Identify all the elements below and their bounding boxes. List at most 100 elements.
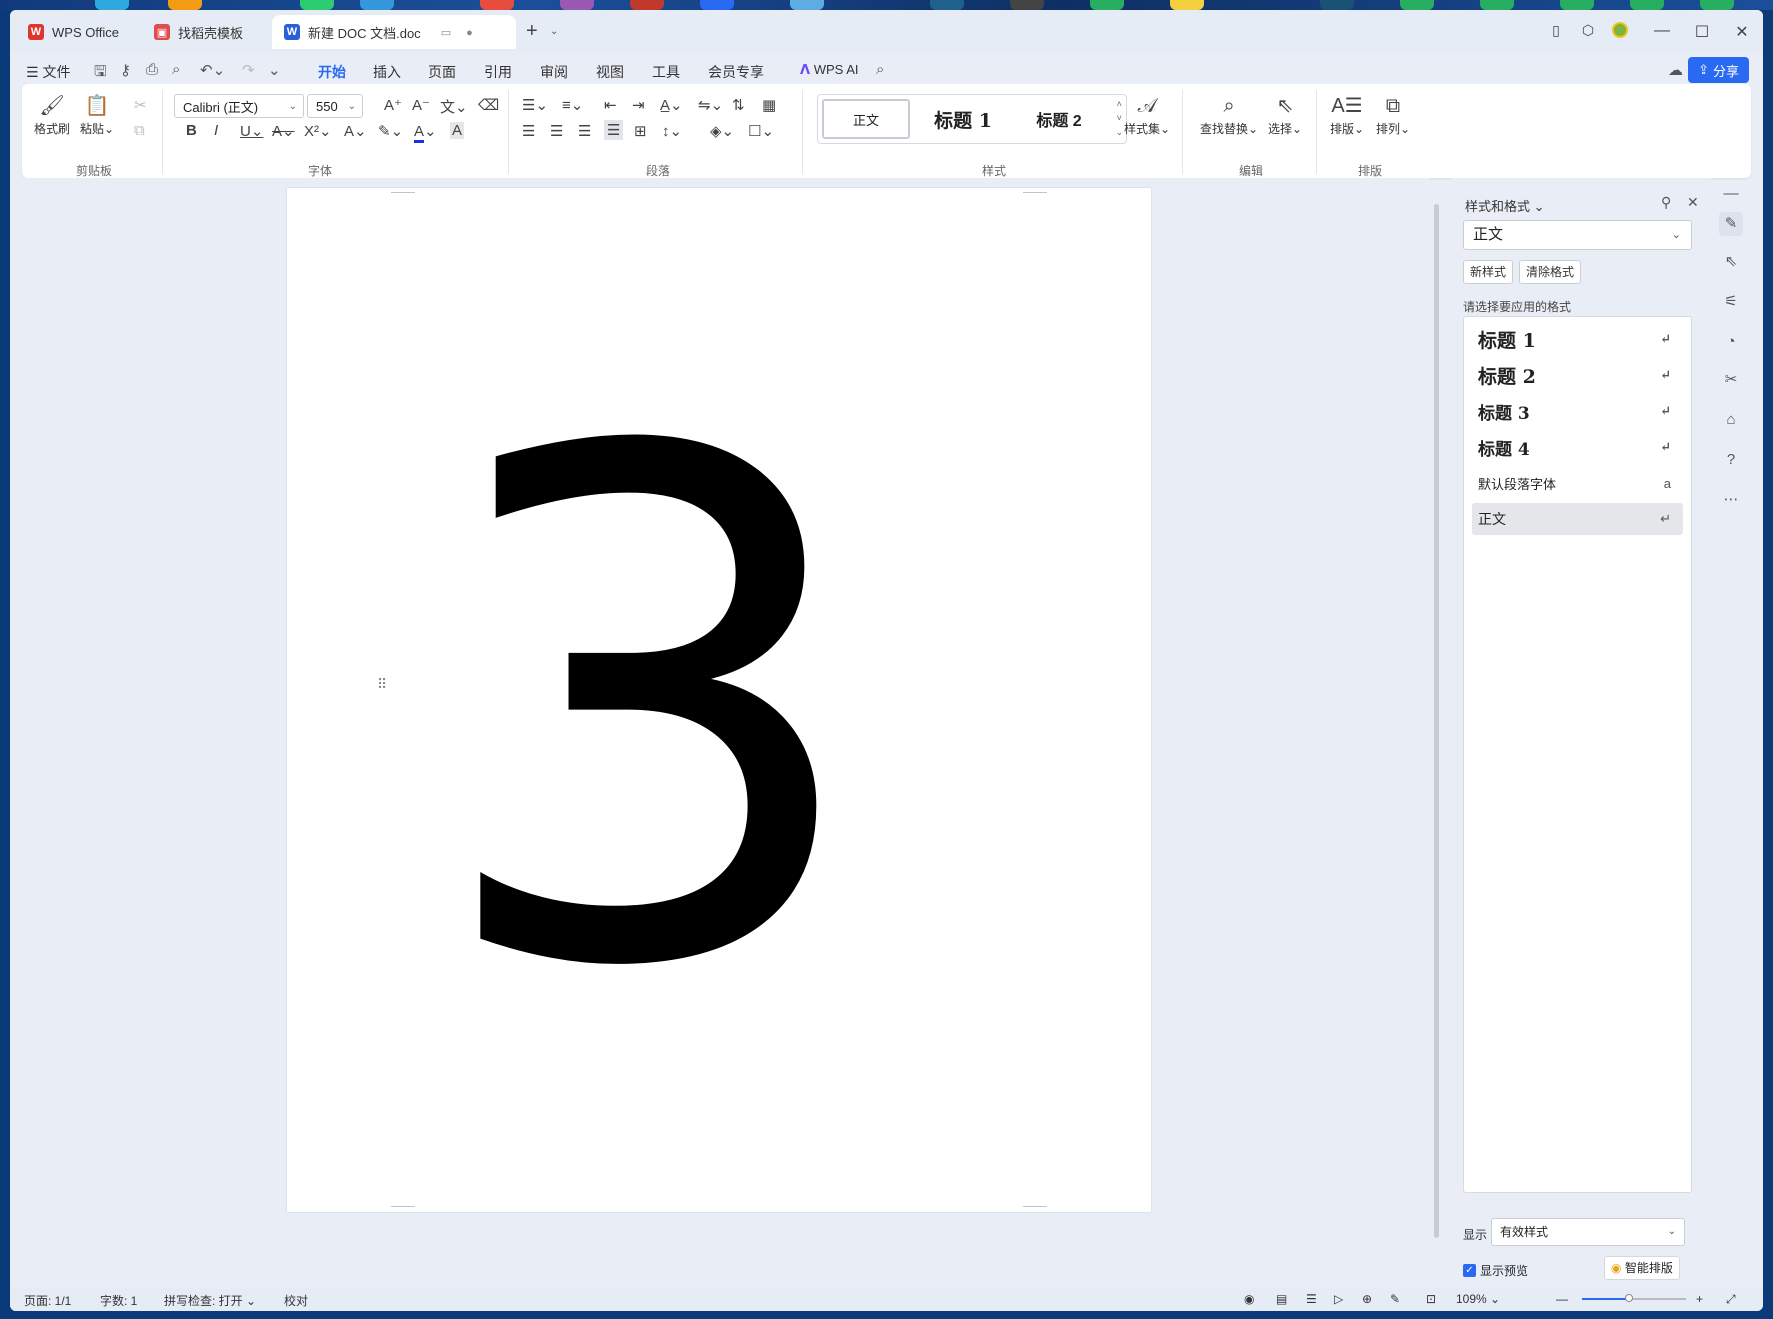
play-icon[interactable]: ▷ [1334,1292,1343,1306]
distributed-icon[interactable]: ⊞ [634,122,647,140]
style-brush-icon[interactable]: ✎ [1719,212,1743,236]
panel-title[interactable]: 样式和格式 ⌄ [1465,196,1545,215]
list-item-normal[interactable]: 正文 ↵ [1472,503,1683,535]
list-item-heading-3[interactable]: 标题 3 ↵ [1472,395,1683,427]
fit-icon[interactable]: ⊡ [1426,1292,1436,1306]
style-set-button[interactable]: 𝒜 样式集⌄ [1124,92,1170,137]
menu-references[interactable]: 引用 [484,62,512,82]
list-item-heading-4[interactable]: 标题 4 ↵ [1472,431,1683,463]
align-left-icon[interactable]: ☰ [522,122,535,140]
fullscreen-icon[interactable]: ⤢ [1726,1292,1736,1307]
menu-view[interactable]: 视图 [596,62,624,82]
wps-ai-button[interactable]: ᐱ WPS AI [800,62,858,78]
underline-icon[interactable]: U⌄ [240,122,263,140]
list-item-heading-2[interactable]: 标题 2 ↵ [1472,359,1683,391]
scrollbar-thumb[interactable] [1434,204,1439,1238]
borders-icon[interactable]: ☐⌄ [748,122,774,140]
find-replace-button[interactable]: ⌕ 查找替换⌄ [1200,92,1258,137]
menu-tools[interactable]: 工具 [652,62,680,82]
tab-wps-office[interactable]: W WPS Office [16,15,138,49]
zoom-slider-knob[interactable] [1624,1294,1633,1302]
format-painter-button[interactable]: 🖌 格式刷 [34,92,70,137]
shading-icon[interactable]: ◈⌄ [710,122,734,140]
typeset-button[interactable]: A☰ 排版⌄ [1330,92,1364,137]
select-cursor-icon[interactable]: ⇖ [1719,250,1743,274]
style-normal[interactable]: 正文 [822,99,910,139]
file-menu[interactable]: ☰ 文件 [26,62,70,82]
style-heading-1[interactable]: 标题 1 [918,99,1008,139]
tab-list-chevron-icon[interactable]: ⌄ [550,26,558,37]
text-direction-icon[interactable]: A̲⌄ [660,96,683,114]
save-icon[interactable]: 🖫 [94,61,107,86]
shrink-font-icon[interactable]: A⁻ [412,96,430,114]
current-style-select[interactable]: 正文 ⌄ [1463,220,1692,250]
collapse-icon[interactable]: — [1719,182,1743,206]
zoom-in-icon[interactable]: + [1696,1292,1703,1306]
eye-icon[interactable]: ◉ [1244,1292,1254,1306]
print-preview-icon[interactable]: ⌕ [172,61,180,78]
close-icon[interactable]: ✕ [1730,22,1754,42]
print-icon[interactable]: ⎙ [146,61,158,78]
minimize-icon[interactable]: — [1650,22,1674,40]
zoom-level[interactable]: 109% ⌄ [1456,1292,1500,1306]
redo-icon[interactable]: ↷ [242,61,255,79]
search-icon[interactable]: ⌕ [876,61,884,78]
more-icon[interactable]: ⋯ [1719,488,1743,512]
new-style-button[interactable]: 新样式 [1463,260,1514,284]
pen-icon[interactable]: ✎ [1390,1292,1400,1306]
spell-check[interactable]: 拼写检查: 打开 ⌄ [164,1292,256,1309]
avatar[interactable] [1608,22,1632,43]
menu-start[interactable]: 开始 [318,62,346,89]
phonetic-icon[interactable]: 文⌄ [440,96,468,117]
font-size-select[interactable]: 550 ⌄ [307,94,363,118]
align-right-icon[interactable]: ☰ [578,122,591,140]
font-color-icon[interactable]: A⌄ [414,122,437,143]
layout-icon[interactable]: ▯ [1544,22,1568,39]
clear-format-button[interactable]: 清除格式 [1519,260,1582,284]
new-tab-plus-icon[interactable]: + [526,20,538,43]
vertical-scrollbar[interactable] [1432,186,1440,1286]
decrease-indent-icon[interactable]: ⇤ [604,96,617,114]
copy-icon[interactable]: ⧉ [134,122,145,139]
outline-view-icon[interactable]: ☰ [1306,1292,1317,1306]
menu-page[interactable]: 页面 [428,62,456,82]
superscript-icon[interactable]: X²⌄ [304,122,332,140]
shirt-icon[interactable]: ⌂ [1719,408,1743,432]
style-heading-2[interactable]: 标题 2 [1014,99,1104,139]
maximize-icon[interactable]: ☐ [1690,22,1714,42]
list-item-heading-1[interactable]: 标题 1 ↵ [1472,323,1683,355]
select-button[interactable]: ⇖ 选择⌄ [1268,92,1302,137]
proofread[interactable]: 校对 [284,1292,308,1309]
paste-button[interactable]: 📋 粘贴⌄ [80,92,114,137]
text-effect-icon[interactable]: A⌄ [344,122,367,140]
increase-indent-icon[interactable]: ⇥ [632,96,645,114]
page-view-icon[interactable]: ▤ [1276,1292,1287,1306]
bidi-icon[interactable]: ⇋⌄ [698,96,723,114]
zoom-out-icon[interactable]: — [1556,1292,1568,1306]
cloud-icon[interactable]: ☁ [1668,61,1683,79]
key-icon[interactable]: ⚷ [120,61,131,79]
char-shading-icon[interactable]: A [450,122,465,139]
justify-icon[interactable]: ☰ [604,120,624,140]
document-page[interactable]: ⠿ 3 [287,188,1151,1212]
show-filter-select[interactable]: 有效样式 ⌄ [1491,1218,1685,1246]
align-center-icon[interactable]: ☰ [550,122,563,140]
quick-access-chevron-icon[interactable]: ⌄ [268,61,281,79]
tab-daoke[interactable]: ▣ 找稻壳模板 [142,15,264,49]
line-spacing-icon[interactable]: ↕⌄ [662,122,682,140]
undo-icon[interactable]: ↶⌄ [200,61,225,79]
show-marks-icon[interactable]: ▦ [762,96,776,114]
word-count[interactable]: 字数: 1 [100,1292,137,1309]
clear-format-icon[interactable]: ⌫ [478,96,499,114]
close-icon[interactable]: ✕ [1687,194,1699,211]
chart-icon[interactable]: ◔ [1719,330,1743,354]
help-icon[interactable]: ? [1719,448,1743,472]
italic-icon[interactable]: I [214,122,218,139]
show-preview-checkbox[interactable]: ✓ 显示预览 [1463,1262,1528,1279]
cut-icon[interactable]: ✂ [134,96,147,114]
smart-layout-button[interactable]: ◉ 智能排版 [1604,1256,1680,1280]
pin-icon[interactable]: ⚲ [1661,194,1671,211]
highlight-icon[interactable]: ✎⌄ [378,122,403,140]
tab-document[interactable]: W 新建 DOC 文档.doc ▭ ● [272,15,516,49]
gallery-scroll-icon[interactable]: ˄ ˅ ⌄ [1115,97,1123,139]
